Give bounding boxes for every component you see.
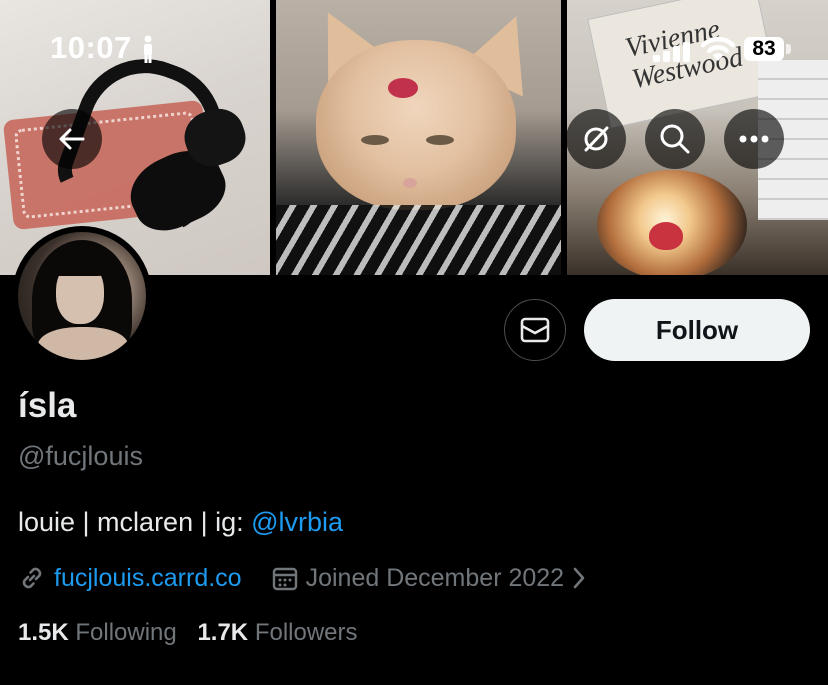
display-name: ísla [18,386,77,425]
grok-icon [584,126,609,152]
chevron-right-icon [573,567,585,589]
message-button[interactable] [504,299,566,361]
status-time: 10:07 [50,30,132,65]
more-button[interactable] [724,109,784,169]
search-button[interactable] [645,109,705,169]
back-button[interactable] [42,109,102,169]
user-handle: @fucjlouis [18,441,143,471]
joined-date[interactable]: Joined December 2022 [306,564,565,593]
grok-button[interactable] [566,109,626,169]
followers-link[interactable]: 1.7K Followers [197,619,357,646]
following-link[interactable]: 1.5K Following [18,619,177,646]
person-icon [144,35,152,63]
following-label: Following [75,619,177,646]
battery-level: 83 [744,37,784,61]
follow-button[interactable]: Follow [584,299,810,361]
link-icon [22,567,42,589]
profile-meta: fucjlouis.carrd.co Joined December 2022 [18,561,586,595]
followers-count: 1.7K [197,619,249,646]
avatar-photo [18,232,146,360]
follow-stats: 1.5K Following 1.7K Followers [18,619,358,647]
followers-label: Followers [254,619,358,646]
mail-icon [520,317,550,343]
wifi-icon [701,36,735,61]
more-icon [739,135,769,143]
following-count: 1.5K [18,619,69,646]
signal-icon [653,42,690,62]
battery-tip [786,44,791,54]
search-icon [660,124,690,154]
avatar[interactable] [12,226,152,366]
back-arrow-icon [59,128,85,150]
calendar-icon [272,567,297,591]
bio: louie | mclaren | ig: @lvrbia [18,507,343,538]
bio-text: louie | mclaren | ig: [18,507,252,537]
banner-photo-headphones [0,0,270,275]
website-link[interactable]: fucjlouis.carrd.co [54,564,242,593]
bio-mention-link[interactable]: @lvrbia [251,507,343,537]
banner-photo-cat [276,0,561,275]
